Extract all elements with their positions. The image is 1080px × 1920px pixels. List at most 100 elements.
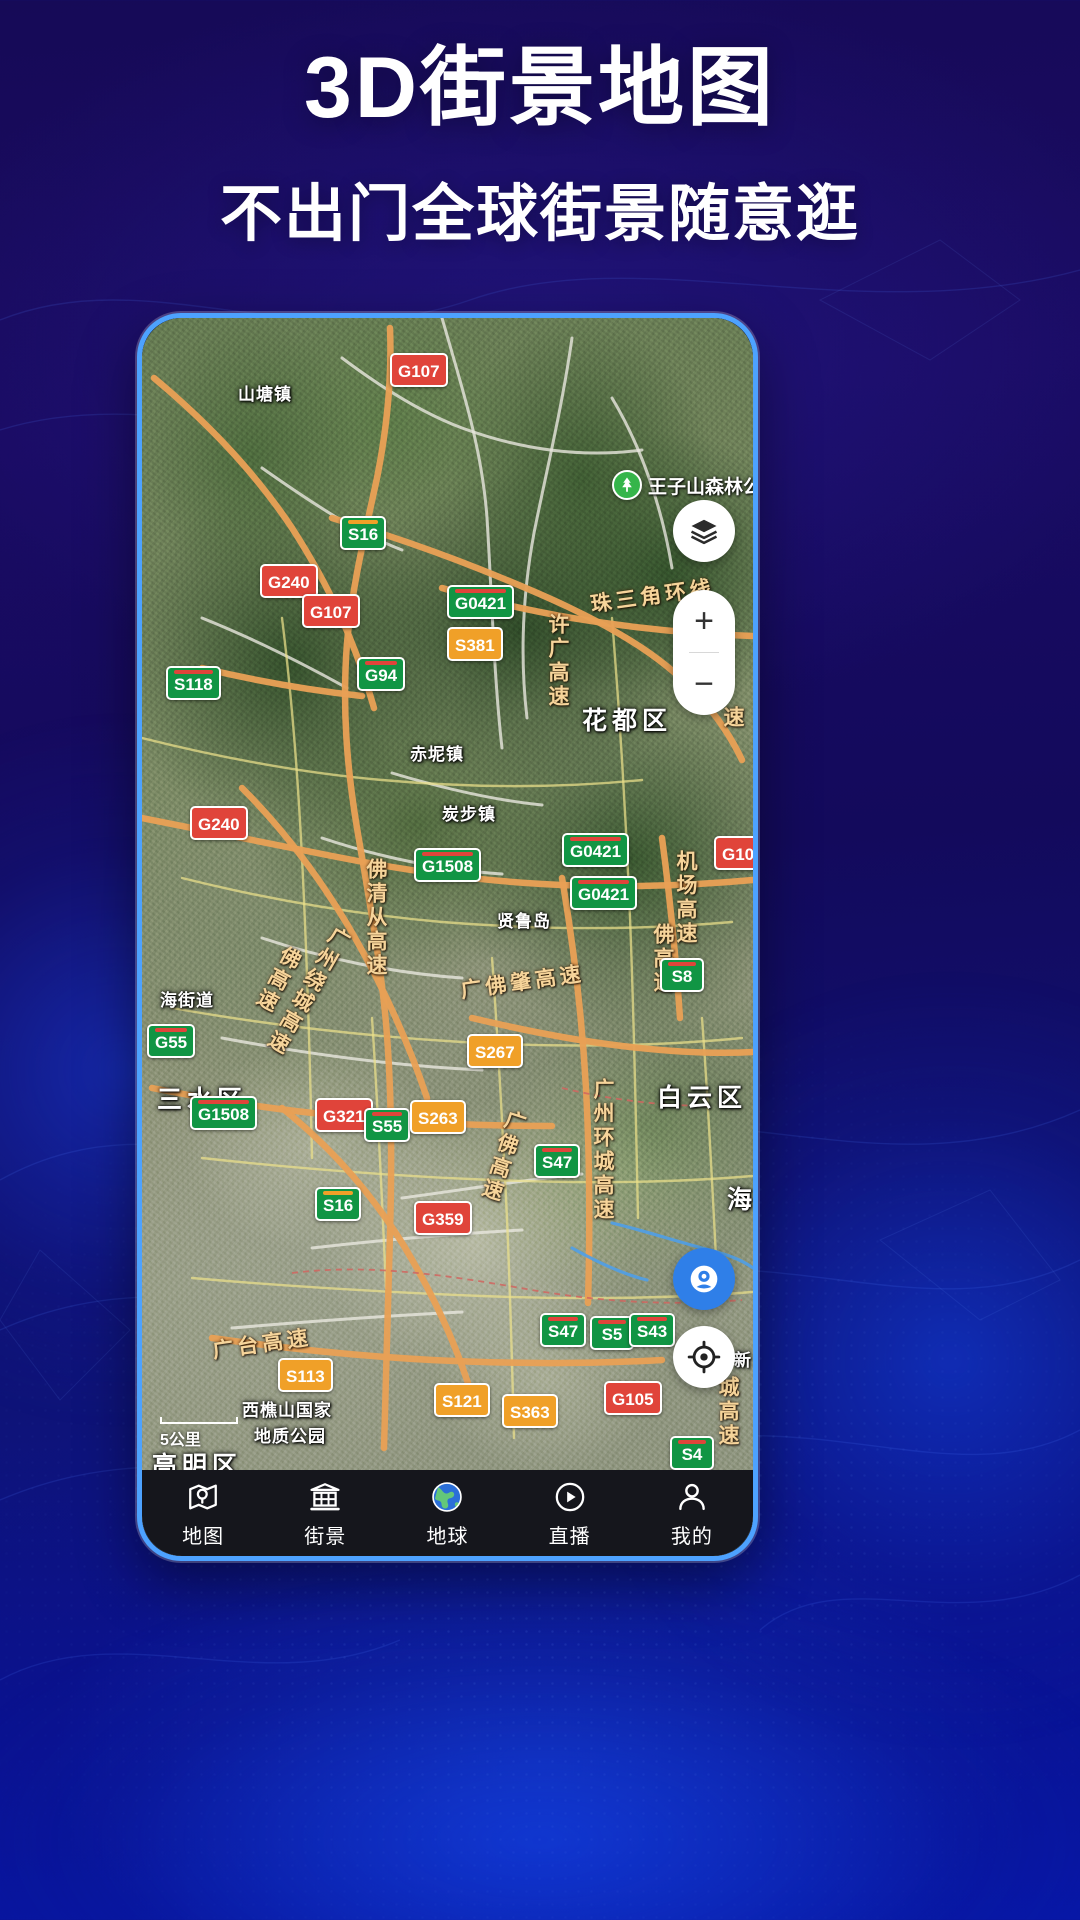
- road-shield: S381: [447, 627, 503, 661]
- shield-cap: [668, 962, 696, 966]
- shield-cap: [323, 1102, 365, 1106]
- shield-cap: [455, 631, 495, 635]
- map-place-label: 白云区: [657, 1084, 748, 1112]
- tab-map[interactable]: 地图: [142, 1478, 264, 1549]
- tab-streetview[interactable]: 街景: [264, 1478, 386, 1549]
- shield-cap: [323, 1191, 354, 1195]
- road-shield: S55: [364, 1108, 411, 1142]
- person-icon: [673, 1478, 711, 1516]
- map-place-label: 花都区: [582, 707, 673, 735]
- shield-cap: [570, 837, 622, 841]
- globe-icon: [428, 1478, 466, 1516]
- highway-name-label: 许广高速: [546, 613, 569, 709]
- shield-code: S43: [637, 1322, 668, 1341]
- shield-cap: [174, 670, 213, 674]
- road-shield: S47: [534, 1144, 581, 1178]
- shield-cap: [198, 810, 240, 814]
- shield-code: G10: [722, 845, 753, 864]
- shield-code: G359: [422, 1210, 464, 1229]
- poi-label: 王子山森林公: [648, 476, 753, 498]
- shield-code: S5: [601, 1325, 623, 1344]
- shield-code: S4: [681, 1445, 703, 1464]
- map-layers-button[interactable]: [673, 500, 735, 562]
- shield-code: S363: [510, 1403, 550, 1422]
- tab-live-label: 直播: [548, 1525, 591, 1548]
- road-shield: G1508: [414, 848, 482, 882]
- road-shield: S121: [434, 1383, 490, 1417]
- shield-cap: [598, 1320, 626, 1324]
- shield-cap: [422, 852, 474, 856]
- tree-icon: [612, 470, 642, 500]
- hero-text-block: 3D街景地图 不出门全球街景随意逛: [0, 42, 1080, 249]
- shield-code: S8: [671, 967, 693, 986]
- shield-cap: [398, 357, 440, 361]
- map-place-label: 贤鲁岛: [497, 912, 551, 931]
- bottom-tab-bar[interactable]: 地图 街景 地球 直播 我的: [142, 1470, 753, 1556]
- highway-name-label: 佛清从高速: [364, 858, 387, 978]
- street-view-icon: [690, 1265, 718, 1293]
- tab-live[interactable]: 直播: [509, 1478, 631, 1549]
- map-place-label: 炭步镇: [442, 805, 496, 824]
- tab-profile[interactable]: 我的: [631, 1478, 753, 1549]
- locate-me-button[interactable]: [673, 1326, 735, 1388]
- page-title: 3D街景地图: [304, 40, 776, 136]
- road-shield: S118: [166, 666, 221, 700]
- road-shield: S113: [278, 1358, 333, 1392]
- play-circle-icon: [551, 1478, 589, 1516]
- road-shield: G359: [414, 1201, 472, 1235]
- satellite-map[interactable]: 珠三角环线 许广高速速佛清从高速 广州绕城高速 佛高速 广佛肇高速 机场高速 广州环城高速广…: [142, 318, 753, 1470]
- shield-cap: [310, 598, 352, 602]
- shield-cap: [268, 568, 310, 572]
- shield-code: G1508: [198, 1105, 250, 1124]
- shield-code: G107: [310, 603, 352, 622]
- shield-cap: [722, 840, 753, 844]
- street-gate-icon: [306, 1478, 344, 1516]
- road-shield: S8: [660, 958, 704, 992]
- road-shield: G105: [604, 1381, 662, 1415]
- map-zoom-control[interactable]: + −: [673, 590, 735, 715]
- shield-code: G321: [323, 1107, 365, 1126]
- poi-marker[interactable]: 王子山森林公: [612, 470, 753, 500]
- shield-code: S381: [455, 636, 495, 655]
- map-place-label: 新: [734, 1351, 752, 1370]
- shield-code: G240: [268, 573, 310, 592]
- road-shield: G0421: [447, 585, 515, 619]
- road-shield: G0421: [562, 833, 630, 867]
- page-subtitle: 不出门全球街景随意逛: [219, 179, 860, 249]
- shield-cap: [612, 1385, 654, 1389]
- scale-bar-line: [160, 1417, 238, 1424]
- shield-code: S16: [323, 1196, 354, 1215]
- shield-code: S55: [372, 1117, 403, 1136]
- shield-code: S47: [542, 1153, 573, 1172]
- locate-icon: [687, 1340, 721, 1374]
- glow-bottom: [0, 1580, 1080, 1920]
- shield-cap: [155, 1028, 188, 1032]
- shield-cap: [455, 589, 507, 593]
- tab-earth-label: 地球: [426, 1525, 469, 1548]
- tab-earth[interactable]: 地球: [386, 1478, 508, 1549]
- shield-cap: [637, 1317, 668, 1321]
- shield-code: S113: [286, 1367, 325, 1386]
- phone-screen: 珠三角环线 许广高速速佛清从高速 广州绕城高速 佛高速 广佛肇高速 机场高速 广州环城高速广…: [142, 318, 753, 1556]
- shield-cap: [542, 1148, 573, 1152]
- map-place-label: 海: [727, 1180, 753, 1216]
- road-shield: G10: [714, 836, 753, 870]
- map-scale-bar: 5公里: [160, 1417, 238, 1450]
- zoom-out-button[interactable]: −: [673, 653, 735, 715]
- highway-name-label: 城高速: [716, 1376, 739, 1448]
- street-view-button[interactable]: [673, 1248, 735, 1310]
- scale-bar-label: 5公里: [160, 1432, 201, 1449]
- road-shield: S363: [502, 1394, 558, 1428]
- zoom-in-button[interactable]: +: [673, 590, 735, 652]
- shield-code: G240: [198, 815, 240, 834]
- shield-code: G0421: [570, 842, 622, 861]
- road-shield: G240: [260, 564, 318, 598]
- road-shield: S5: [590, 1316, 634, 1350]
- road-shield: G240: [190, 806, 248, 840]
- shield-code: S16: [348, 525, 379, 544]
- shield-cap: [442, 1387, 482, 1391]
- shield-cap: [198, 1100, 250, 1104]
- shield-code: G94: [365, 666, 398, 685]
- road-shield: S16: [340, 516, 387, 550]
- shield-cap: [372, 1112, 403, 1116]
